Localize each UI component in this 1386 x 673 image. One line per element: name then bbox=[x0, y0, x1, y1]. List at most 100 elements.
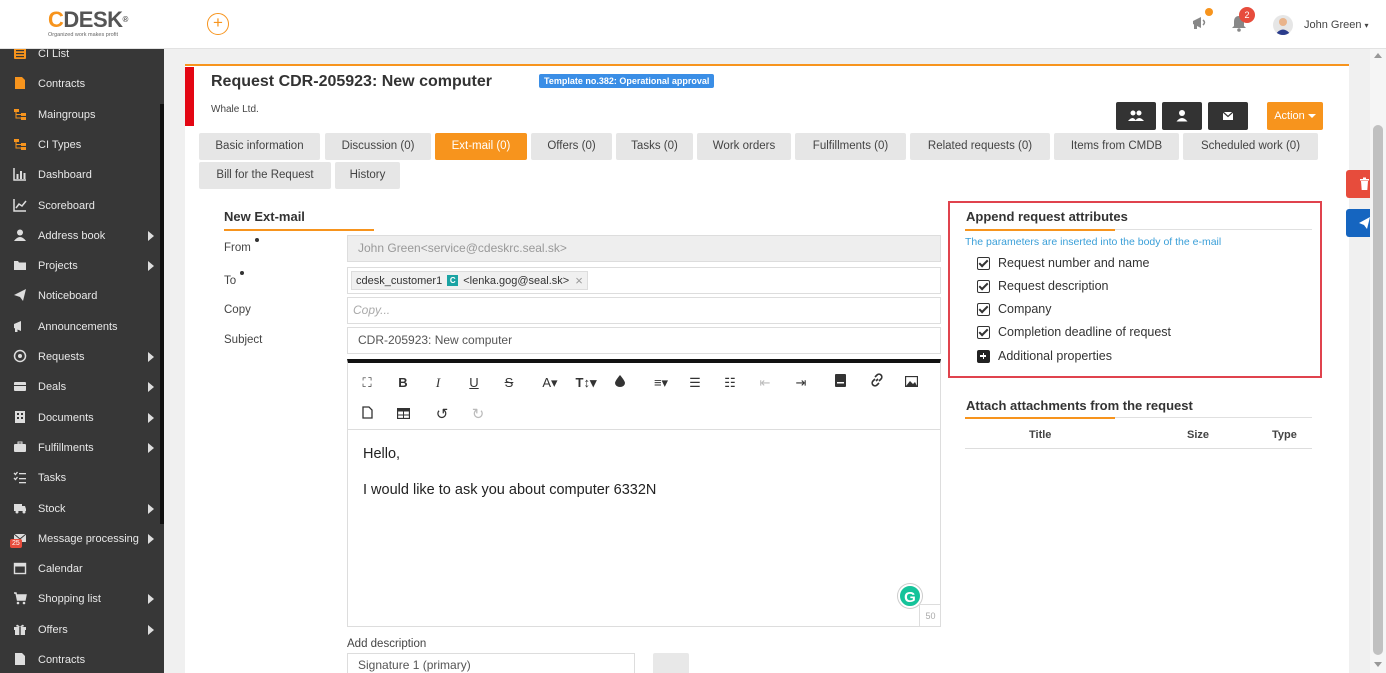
new-document-icon[interactable] bbox=[357, 405, 377, 425]
tab-ext-mail[interactable]: Ext-mail (0) bbox=[435, 133, 527, 160]
sidebar-item-requests[interactable]: Requests bbox=[0, 342, 160, 372]
scroll-up-arrow[interactable] bbox=[1374, 53, 1382, 58]
tab-work-orders[interactable]: Work orders bbox=[697, 133, 791, 160]
bold-icon[interactable]: B bbox=[393, 373, 413, 393]
sidebar-item-label: Contracts bbox=[38, 654, 86, 666]
sidebar-item-noticeboard[interactable]: Noticeboard bbox=[0, 281, 160, 311]
attribute-option-completion-deadline-of-request[interactable]: Completion deadline of request bbox=[977, 325, 1171, 339]
image-icon[interactable] bbox=[901, 373, 921, 393]
tab-items-from-cmdb[interactable]: Items from CMDB bbox=[1054, 133, 1179, 160]
bell-icon[interactable]: 2 bbox=[1231, 7, 1255, 34]
remove-recipient-icon[interactable]: × bbox=[575, 273, 583, 288]
attribute-option-additional-properties[interactable]: Additional properties bbox=[977, 349, 1112, 363]
avatar[interactable] bbox=[1273, 15, 1293, 35]
tab-tasks[interactable]: Tasks (0) bbox=[616, 133, 693, 160]
unordered-list-icon[interactable]: ☷ bbox=[720, 373, 740, 393]
sidebar-item-calendar[interactable]: Calendar bbox=[0, 554, 160, 584]
editor-content[interactable]: Hello, I would like to ask you about com… bbox=[348, 429, 940, 627]
undo-icon[interactable]: ↺ bbox=[432, 405, 452, 425]
append-hint: The parameters are inserted into the bod… bbox=[965, 236, 1222, 248]
add-new-button[interactable]: + bbox=[207, 13, 229, 35]
sidebar-item-documents[interactable]: Documents bbox=[0, 403, 160, 433]
sidebar-item-dashboard[interactable]: Dashboard bbox=[0, 160, 160, 190]
email-button[interactable] bbox=[1208, 102, 1248, 130]
underline-icon[interactable]: U bbox=[464, 373, 484, 393]
user-menu[interactable]: John Green ▾ bbox=[1304, 19, 1369, 31]
checkbox-checked-icon[interactable] bbox=[977, 302, 990, 316]
scroll-down-arrow[interactable] bbox=[1374, 662, 1382, 667]
template-icon[interactable] bbox=[830, 373, 850, 393]
checkbox-checked-icon[interactable] bbox=[977, 279, 990, 293]
recipient-chip[interactable]: cdesk_customer1 C <lenka.gog@seal.sk> × bbox=[351, 271, 588, 290]
fullscreen-icon[interactable]: ⛶ bbox=[357, 373, 377, 393]
strikethrough-icon[interactable]: S bbox=[499, 373, 519, 393]
box-icon bbox=[13, 379, 29, 395]
tab-related-requests[interactable]: Related requests (0) bbox=[910, 133, 1050, 160]
sidebar-item-message-processing[interactable]: 25 Message processing bbox=[0, 524, 160, 554]
indent-icon[interactable]: ⇥ bbox=[791, 373, 811, 393]
align-icon[interactable]: ≡▾ bbox=[648, 373, 674, 393]
col-title[interactable]: Title bbox=[1029, 429, 1051, 441]
megaphone-icon[interactable] bbox=[1191, 8, 1213, 34]
sidebar-item-maingroups[interactable]: Maingroups bbox=[0, 100, 160, 130]
sidebar-item-fulfillments[interactable]: Fulfillments bbox=[0, 433, 160, 463]
rich-text-editor[interactable]: ⛶ B I U S A▾ T↕▾ ≡▾ ☰ ☷ ⇤ ⇥ ↺ ↻ Hello, I… bbox=[347, 359, 941, 627]
sidebar-scrollbar[interactable] bbox=[160, 104, 164, 524]
logo[interactable]: CDESK® Organized work makes profit bbox=[48, 9, 140, 39]
tab-offers[interactable]: Offers (0) bbox=[531, 133, 612, 160]
sidebar-item-offers[interactable]: Offers bbox=[0, 615, 160, 645]
sidebar-item-deals[interactable]: Deals bbox=[0, 372, 160, 402]
action-dropdown-button[interactable]: Action bbox=[1267, 102, 1323, 130]
font-color-icon[interactable]: A▾ bbox=[537, 373, 563, 393]
sidebar-item-scoreboard[interactable]: Scoreboard bbox=[0, 191, 160, 221]
outdent-icon[interactable]: ⇤ bbox=[755, 373, 775, 393]
sidebar-item-ci-types[interactable]: CI Types bbox=[0, 130, 160, 160]
color-drop-icon[interactable] bbox=[610, 373, 630, 393]
sidebar-item-shopping-list[interactable]: Shopping list bbox=[0, 584, 160, 614]
tab-basic-information[interactable]: Basic information bbox=[199, 133, 320, 160]
ordered-list-icon[interactable]: ☰ bbox=[685, 373, 705, 393]
sidebar-item-stock[interactable]: Stock bbox=[0, 494, 160, 524]
caret-down-icon bbox=[1307, 114, 1316, 119]
copy-input[interactable]: Copy... bbox=[347, 297, 941, 324]
redo-icon[interactable]: ↻ bbox=[468, 405, 488, 425]
tasks-icon bbox=[13, 470, 29, 486]
from-label: From bbox=[224, 238, 259, 254]
tab-scheduled-work[interactable]: Scheduled work (0) bbox=[1183, 133, 1318, 160]
table-icon[interactable] bbox=[393, 405, 413, 425]
tab-history[interactable]: History bbox=[335, 162, 400, 189]
sidebar-item-ci-list[interactable]: CI List bbox=[0, 49, 160, 69]
col-type[interactable]: Type bbox=[1272, 429, 1297, 441]
attribute-option-request-description[interactable]: Request description bbox=[977, 279, 1108, 293]
attribute-option-request-number-and-name[interactable]: Request number and name bbox=[977, 256, 1149, 270]
truck-icon bbox=[13, 501, 29, 517]
user-name: John Green bbox=[1304, 19, 1362, 31]
template-badge: Template no.382: Operational approval bbox=[539, 74, 715, 88]
font-size-icon[interactable]: T↕▾ bbox=[572, 373, 600, 393]
signature-preview-button[interactable] bbox=[653, 653, 689, 673]
sidebar-item-contracts[interactable]: Contracts bbox=[0, 645, 160, 673]
sidebar-item-announcements[interactable]: Announcements bbox=[0, 312, 160, 342]
tab-bill-for-the-request[interactable]: Bill for the Request bbox=[199, 162, 331, 189]
sidebar-item-projects[interactable]: Projects bbox=[0, 251, 160, 281]
link-icon[interactable] bbox=[867, 373, 887, 393]
signature-select[interactable]: Signature 1 (primary) bbox=[347, 653, 635, 673]
sidebar-item-address-book[interactable]: Address book bbox=[0, 221, 160, 251]
sidebar-item-label: Shopping list bbox=[38, 593, 101, 606]
col-size[interactable]: Size bbox=[1187, 429, 1209, 441]
tree-icon bbox=[13, 137, 29, 153]
subject-input[interactable]: CDR-205923: New computer bbox=[347, 327, 941, 354]
attribute-option-company[interactable]: Company bbox=[977, 302, 1052, 316]
checkbox-checked-icon[interactable] bbox=[977, 256, 990, 270]
tab-discussion[interactable]: Discussion (0) bbox=[325, 133, 431, 160]
italic-icon[interactable]: I bbox=[428, 373, 448, 393]
sidebar-item-contracts[interactable]: Contracts bbox=[0, 69, 160, 99]
scroll-thumb[interactable] bbox=[1373, 125, 1383, 655]
checkbox-checked-icon[interactable] bbox=[977, 325, 990, 339]
sidebar-item-tasks[interactable]: Tasks bbox=[0, 463, 160, 493]
group-button[interactable] bbox=[1116, 102, 1156, 130]
tab-fulfillments[interactable]: Fulfillments (0) bbox=[795, 133, 906, 160]
person-button[interactable] bbox=[1162, 102, 1202, 130]
expand-plus-icon[interactable] bbox=[977, 349, 990, 363]
logo-text: DESK bbox=[63, 7, 123, 32]
